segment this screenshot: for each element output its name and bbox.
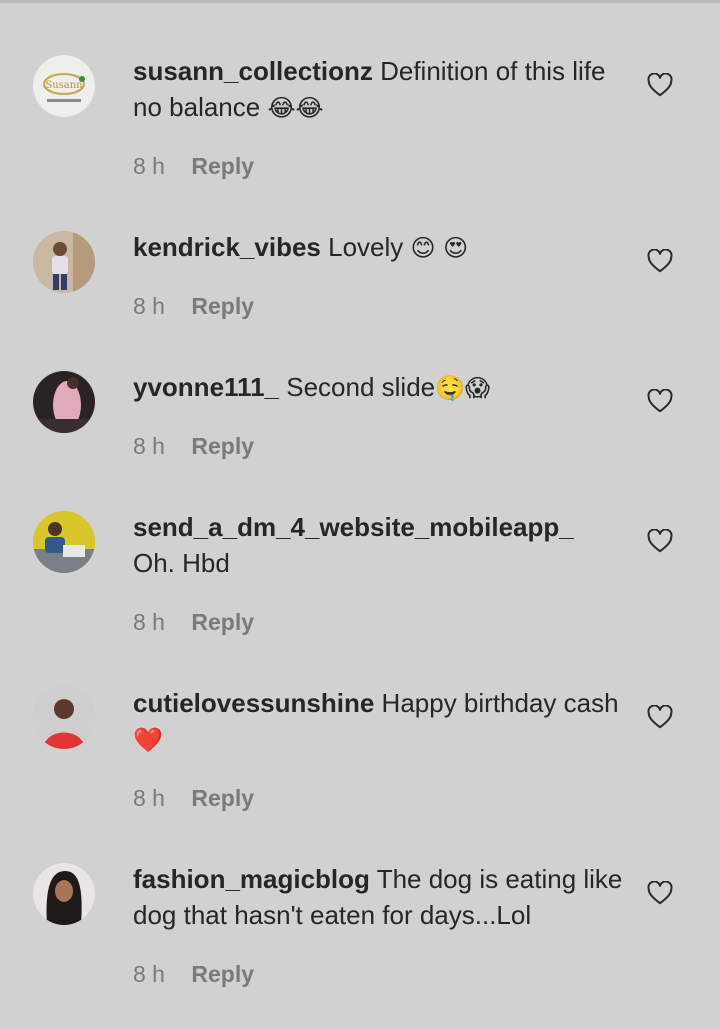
avatar[interactable] bbox=[33, 687, 95, 749]
heart-outline-icon[interactable] bbox=[647, 249, 673, 273]
reply-button[interactable]: Reply bbox=[191, 293, 254, 319]
comment-text: cutielovessunshine Happy birthday cash ❤️ bbox=[133, 685, 628, 758]
comment-username[interactable]: yvonne111_ bbox=[133, 372, 279, 402]
avatar[interactable] bbox=[33, 511, 95, 573]
heart-outline-icon[interactable] bbox=[647, 529, 673, 553]
top-divider bbox=[0, 0, 720, 3]
comment-body: Oh. Hbd bbox=[133, 548, 230, 578]
comment-meta: 8 h Reply bbox=[133, 433, 254, 460]
comment-emoji: ❤️ bbox=[133, 726, 163, 754]
svg-text:Susann: Susann bbox=[45, 80, 83, 91]
comment-body: Lovely bbox=[328, 232, 404, 262]
avatar[interactable] bbox=[33, 231, 95, 293]
reply-button[interactable]: Reply bbox=[191, 785, 254, 811]
reply-button[interactable]: Reply bbox=[191, 609, 254, 635]
comment-text: kendrick_vibes Lovely 😊 😍 bbox=[133, 229, 628, 266]
comment-text: yvonne111_ Second slide🤤😱 bbox=[133, 369, 628, 406]
comment-emoji: 😊 😍 bbox=[410, 234, 469, 262]
comment-text: susann_collectionz Definition of this li… bbox=[133, 53, 628, 126]
comment-emoji: 🤤😱 bbox=[435, 374, 491, 402]
reply-button[interactable]: Reply bbox=[191, 153, 254, 179]
comment-username[interactable]: kendrick_vibes bbox=[133, 232, 321, 262]
comment-meta: 8 h Reply bbox=[133, 609, 254, 636]
comment-username[interactable]: susann_collectionz bbox=[133, 56, 373, 86]
comment-timestamp: 8 h bbox=[133, 293, 165, 319]
comment-timestamp: 8 h bbox=[133, 609, 165, 635]
heart-outline-icon[interactable] bbox=[647, 389, 673, 413]
comment-body: Happy birthday cash bbox=[381, 688, 619, 718]
comment-timestamp: 8 h bbox=[133, 153, 165, 179]
avatar[interactable]: Susann bbox=[33, 55, 95, 117]
avatar[interactable] bbox=[33, 371, 95, 433]
comment-meta: 8 h Reply bbox=[133, 961, 254, 988]
comment-username[interactable]: send_a_dm_4_website_mobileapp_ bbox=[133, 509, 628, 545]
comment-meta: 8 h Reply bbox=[133, 293, 254, 320]
reply-button[interactable]: Reply bbox=[191, 961, 254, 987]
comment-body: Second slide bbox=[286, 372, 436, 402]
heart-outline-icon[interactable] bbox=[647, 881, 673, 905]
reply-button[interactable]: Reply bbox=[191, 433, 254, 459]
comment-username[interactable]: fashion_magicblog bbox=[133, 864, 370, 894]
comment-emoji: 😂😂 bbox=[267, 94, 324, 122]
comment-timestamp: 8 h bbox=[133, 433, 165, 459]
comment-meta: 8 h Reply bbox=[133, 785, 254, 812]
comment-timestamp: 8 h bbox=[133, 961, 165, 987]
comment-text: fashion_magicblog The dog is eating like… bbox=[133, 861, 628, 933]
heart-outline-icon[interactable] bbox=[647, 73, 673, 97]
heart-outline-icon[interactable] bbox=[647, 705, 673, 729]
avatar[interactable] bbox=[33, 863, 95, 925]
comment-timestamp: 8 h bbox=[133, 785, 165, 811]
comment-text: send_a_dm_4_website_mobileapp_ Oh. Hbd bbox=[133, 509, 628, 581]
comment-meta: 8 h Reply bbox=[133, 153, 254, 180]
comment-username[interactable]: cutielovessunshine bbox=[133, 688, 374, 718]
